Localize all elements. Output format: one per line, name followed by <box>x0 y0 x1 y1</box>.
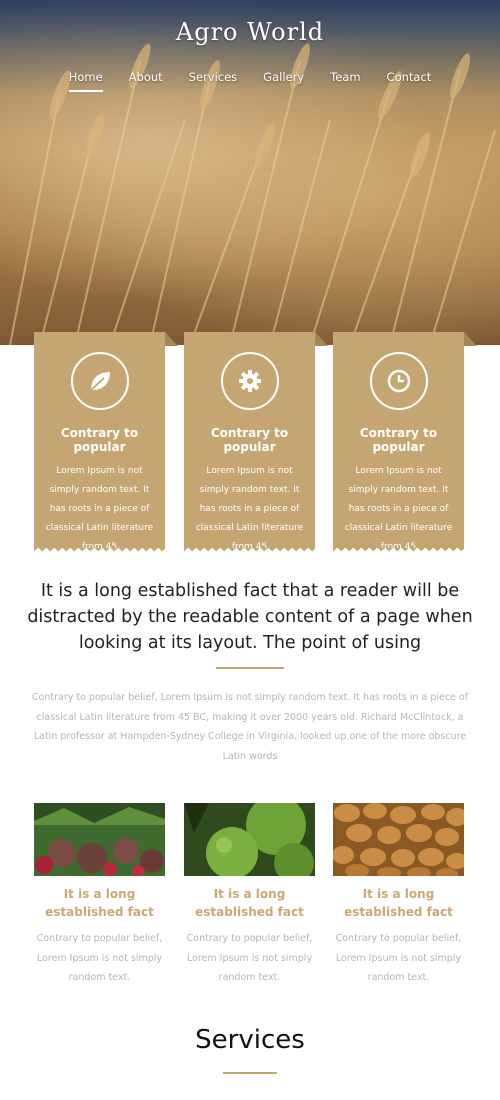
card-text: Contrary to popular belief, Lorem Ipsum … <box>186 933 313 983</box>
clock-icon <box>369 352 428 410</box>
ribbon-zigzag-edge <box>184 548 315 554</box>
site-logo-title[interactable]: Agro World <box>0 18 500 46</box>
potatoes-photo <box>333 803 464 876</box>
heading-divider <box>216 667 284 669</box>
ribbon-fold <box>315 332 328 346</box>
ribbon-zigzag-edge <box>34 548 165 554</box>
services-heading: Services <box>195 1025 305 1055</box>
intro-paragraph: Contrary to popular belief, Lorem Ipsum … <box>31 692 469 762</box>
card-text: Contrary to popular belief, Lorem Ipsum … <box>335 933 462 983</box>
ribbon-zigzag-edge <box>333 548 464 554</box>
nav-gallery[interactable]: Gallery <box>263 68 304 92</box>
nav-contact[interactable]: Contact <box>387 68 432 92</box>
main-nav: Home About Services Gallery Team Contact <box>0 68 500 92</box>
feature-card: Contrary to popular Lorem Ipsum is not s… <box>34 332 178 554</box>
product-card: It is a long established fact Contrary t… <box>184 803 315 988</box>
product-card: It is a long established fact Contrary t… <box>333 803 464 988</box>
beets-photo <box>34 803 165 876</box>
feature-ribbons: Contrary to popular Lorem Ipsum is not s… <box>0 332 500 554</box>
intro-heading: It is a long established fact that a rea… <box>27 581 473 653</box>
feature-text: Lorem Ipsum is not simply random text. I… <box>195 466 304 552</box>
product-card: It is a long established fact Contrary t… <box>34 803 165 988</box>
card-text: Contrary to popular belief, Lorem Ipsum … <box>36 933 163 983</box>
nav-about[interactable]: About <box>129 68 163 92</box>
ribbon-fold <box>464 332 477 346</box>
wheat-field-photo <box>9 43 496 345</box>
card-title[interactable]: It is a long established fact <box>184 885 315 921</box>
hero-banner: Agro World Home About Services Gallery T… <box>0 0 500 345</box>
feature-title: Contrary to popular <box>210 426 289 454</box>
feature-card: Contrary to popular Lorem Ipsum is not s… <box>333 332 477 554</box>
services-divider <box>223 1072 277 1074</box>
feature-text: Lorem Ipsum is not simply random text. I… <box>344 466 453 552</box>
leaf-icon <box>70 352 129 410</box>
feature-card: Contrary to popular Lorem Ipsum is not s… <box>184 332 328 554</box>
feature-text: Lorem Ipsum is not simply random text. I… <box>45 466 154 552</box>
card-title[interactable]: It is a long established fact <box>34 885 165 921</box>
gear-icon <box>220 352 279 410</box>
nav-home[interactable]: Home <box>68 68 103 92</box>
feature-title: Contrary to popular <box>359 426 438 454</box>
card-title[interactable]: It is a long established fact <box>333 885 464 921</box>
ribbon-fold <box>165 332 178 346</box>
nav-services[interactable]: Services <box>189 68 238 92</box>
nav-team[interactable]: Team <box>330 68 360 92</box>
feature-title: Contrary to popular <box>60 426 139 454</box>
green-apples-photo <box>184 803 315 876</box>
